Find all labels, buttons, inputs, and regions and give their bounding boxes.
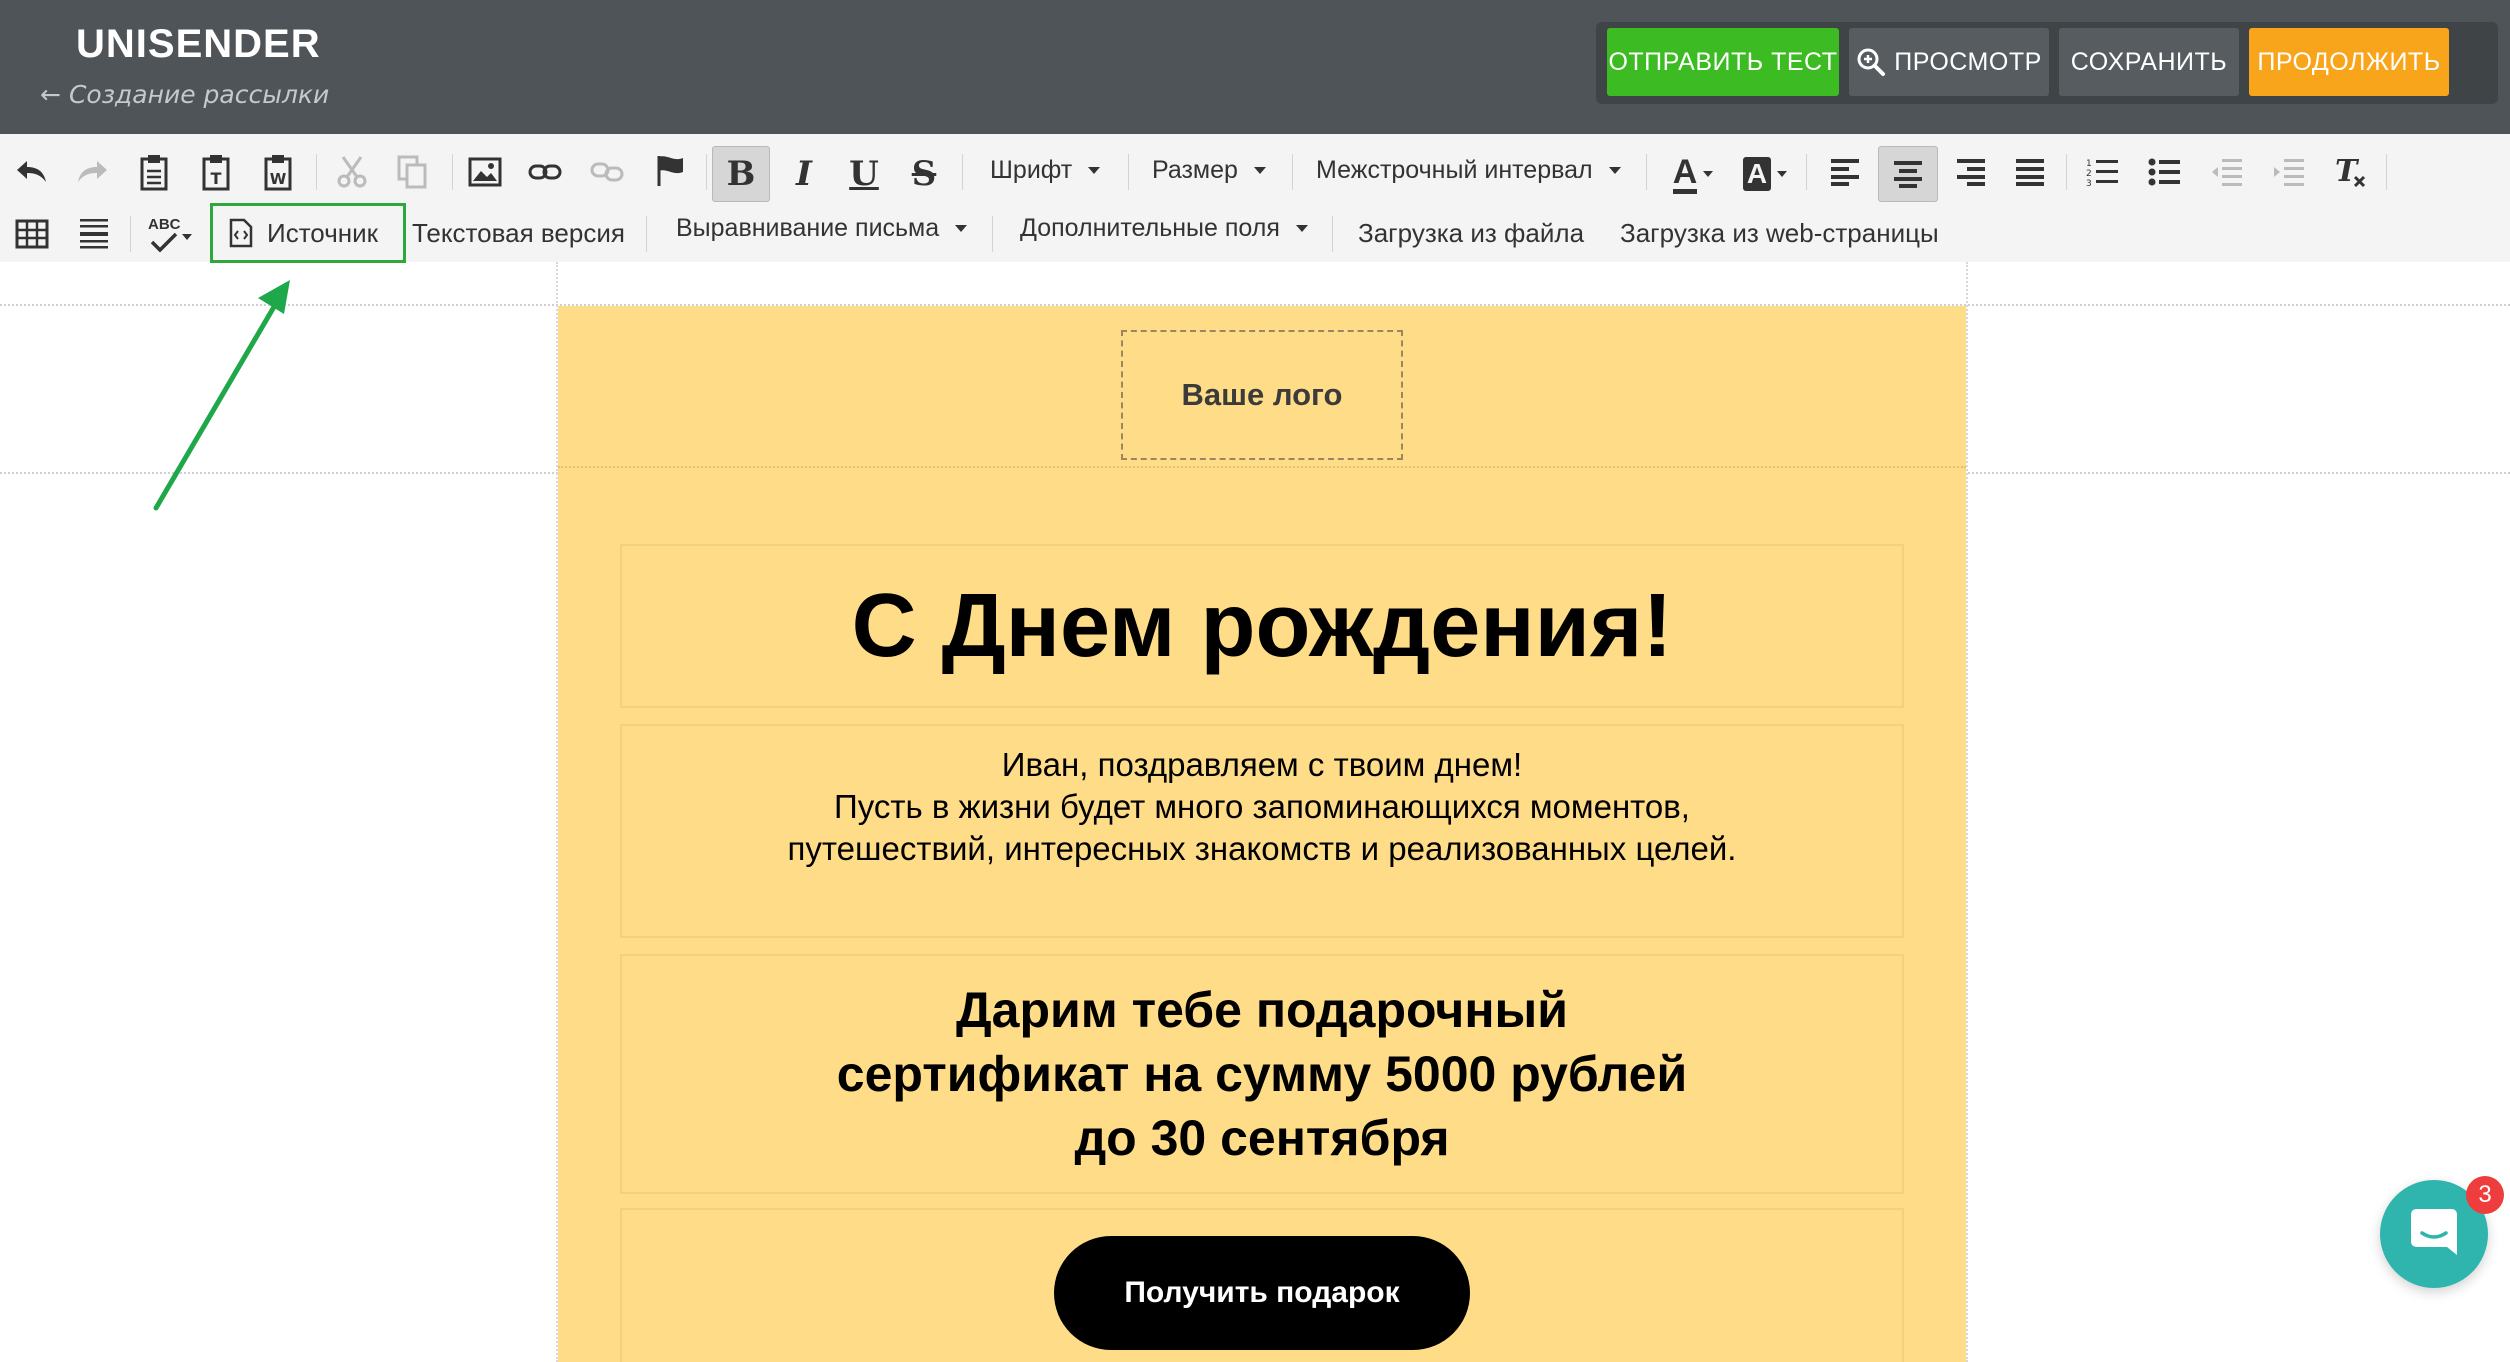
cta-block: Получить подарок: [620, 1208, 1904, 1362]
zoom-icon: [1856, 47, 1886, 77]
source-code-icon: [229, 218, 253, 248]
app-header: UNISENDER ← Создание рассылки ОТПРАВИТЬ Т…: [0, 0, 2510, 134]
line-height-dropdown[interactable]: Межстрочный интервал: [1316, 156, 1621, 185]
get-gift-button[interactable]: Получить подарок: [1054, 1236, 1470, 1350]
italic-button[interactable]: I: [782, 148, 826, 200]
source-button[interactable]: Источник: [210, 203, 406, 263]
text-color-icon: A: [1672, 155, 1698, 194]
align-right-icon[interactable]: [1950, 152, 1990, 192]
chevron-down-icon: [1703, 171, 1714, 177]
outdent-icon[interactable]: [2206, 152, 2246, 192]
back-arrow-icon: ←: [40, 80, 61, 109]
size-dropdown[interactable]: Размер: [1152, 156, 1266, 185]
chevron-down-icon: [1608, 167, 1621, 174]
back-link-label: Создание рассылки: [68, 80, 330, 109]
email-offer-text[interactable]: Дарим тебе подарочный сертификат на сумм…: [620, 954, 1904, 1194]
app-logo[interactable]: UNISENDER: [76, 22, 321, 67]
text-color-button[interactable]: A: [1664, 148, 1722, 200]
chevron-down-icon: [1777, 171, 1788, 177]
svg-text:3: 3: [2086, 179, 2092, 187]
logo-placeholder[interactable]: Ваше лого: [1121, 330, 1403, 460]
source-button-label: Источник: [267, 217, 378, 248]
preview-label: ПРОСМОТР: [1894, 47, 2042, 76]
chevron-down-icon: [1295, 225, 1308, 232]
send-test-button[interactable]: ОТПРАВИТЬ ТЕСТ: [1607, 28, 1839, 96]
paste-icon[interactable]: [136, 150, 172, 194]
email-greeting-text[interactable]: Иван, поздравляем с твоим днем! Пусть в …: [620, 724, 1904, 938]
svg-text:W: W: [270, 170, 287, 188]
chat-unread-badge: 3: [2466, 1176, 2504, 1214]
paste-word-icon[interactable]: W: [260, 150, 296, 194]
underline-button[interactable]: U: [842, 148, 886, 200]
chevron-down-icon: [1088, 167, 1101, 174]
spellcheck-button[interactable]: ABC: [144, 212, 200, 256]
header-actions: ОТПРАВИТЬ ТЕСТ ПРОСМОТР СОХРАНИТЬ ПРОДОЛ…: [1596, 22, 2498, 104]
preview-button[interactable]: ПРОСМОТР: [1849, 28, 2049, 96]
svg-text:1: 1: [2086, 159, 2092, 169]
logo-section[interactable]: Ваше лого: [558, 306, 1966, 468]
size-dropdown-label: Размер: [1152, 156, 1238, 184]
align-letter-label: Выравнивание письма: [676, 214, 940, 242]
image-icon[interactable]: [464, 152, 506, 192]
cut-icon[interactable]: [332, 152, 372, 192]
align-letter-dropdown[interactable]: Выравнивание письма: [676, 214, 968, 243]
align-left-icon[interactable]: [1826, 152, 1866, 192]
chevron-down-icon: [1253, 167, 1266, 174]
save-button[interactable]: СОХРАНИТЬ: [2059, 28, 2239, 96]
anchor-flag-icon[interactable]: [650, 150, 690, 192]
bullet-list-icon[interactable]: [2144, 152, 2184, 192]
editor-page: UNISENDER ← Создание рассылки ОТПРАВИТЬ Т…: [0, 0, 2510, 1362]
table-icon[interactable]: [12, 214, 52, 254]
bg-color-icon: A: [1742, 157, 1772, 191]
clear-format-icon[interactable]: T: [2330, 150, 2370, 194]
bold-button[interactable]: B: [712, 146, 770, 202]
line-height-dropdown-label: Межстрочный интервал: [1316, 156, 1593, 184]
email-canvas[interactable]: Ваше лого С Днем рождения! Иван, поздрав…: [558, 306, 1966, 1362]
unlink-icon[interactable]: [586, 152, 628, 192]
email-title[interactable]: С Днем рождения!: [620, 544, 1904, 708]
horizontal-rule-icon[interactable]: [74, 214, 114, 254]
back-link[interactable]: ← Создание рассылки: [40, 80, 329, 109]
link-icon[interactable]: [524, 152, 566, 192]
extra-fields-label: Дополнительные поля: [1020, 214, 1280, 242]
svg-text:T: T: [211, 169, 222, 188]
undo-icon[interactable]: [12, 152, 52, 192]
indent-icon[interactable]: [2268, 152, 2308, 192]
load-from-file-button[interactable]: Загрузка из файла: [1358, 218, 1584, 249]
extra-fields-dropdown[interactable]: Дополнительные поля: [1020, 214, 1308, 243]
chevron-down-icon: [182, 234, 192, 240]
paste-text-icon[interactable]: T: [198, 150, 234, 194]
svg-text:2: 2: [2086, 169, 2092, 179]
copy-icon[interactable]: [392, 152, 432, 192]
spellcheck-label: ABC: [148, 216, 181, 233]
chevron-down-icon: [955, 225, 968, 232]
font-dropdown-label: Шрифт: [990, 156, 1073, 184]
font-dropdown[interactable]: Шрифт: [990, 156, 1101, 185]
strikethrough-button[interactable]: S: [902, 148, 946, 200]
numbered-list-icon[interactable]: 123: [2082, 152, 2122, 192]
load-from-web-button[interactable]: Загрузка из web-страницы: [1620, 218, 1939, 249]
align-justify-icon[interactable]: [2010, 152, 2050, 192]
guide-line: [1966, 262, 1968, 1362]
bg-color-button[interactable]: A: [1736, 148, 1794, 200]
redo-icon[interactable]: [72, 152, 112, 192]
align-center-icon[interactable]: [1878, 146, 1938, 202]
continue-button[interactable]: ПРОДОЛЖИТЬ: [2249, 28, 2449, 96]
chat-bubble-icon: [2407, 1205, 2461, 1264]
text-version-button[interactable]: Текстовая версия: [412, 218, 625, 249]
